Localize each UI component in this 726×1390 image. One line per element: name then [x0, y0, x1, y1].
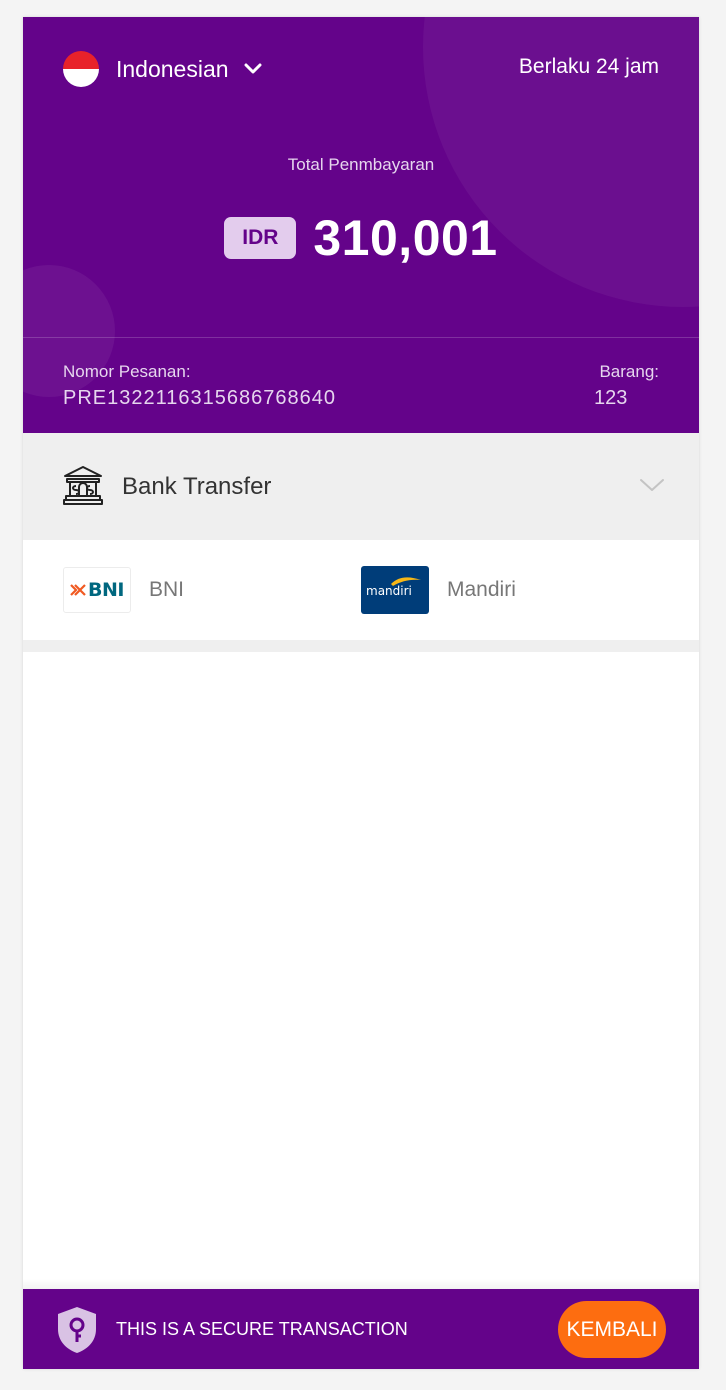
- language-label: Indonesian: [116, 55, 229, 82]
- secure-footer: THIS IS A SECURE TRANSACTION KEMBALI: [23, 1289, 699, 1369]
- order-number-value: PRE1322116315686768640: [63, 387, 336, 409]
- bank-name: Mandiri: [447, 578, 516, 601]
- divider: [23, 337, 699, 338]
- indonesia-flag-icon: [63, 51, 99, 87]
- security-shield-icon: [55, 1305, 99, 1360]
- payment-page: Indonesian Berlaku 24 jam Total Penmbaya…: [23, 17, 699, 1369]
- secure-transaction-text: THIS IS A SECURE TRANSACTION: [116, 1319, 408, 1339]
- chevron-down-icon: [639, 477, 665, 498]
- items-value: 123: [594, 387, 628, 409]
- bank-option-bni[interactable]: BNI BNI: [63, 566, 184, 614]
- bank-list: BNI BNI mandiri Mandiri: [23, 540, 699, 640]
- bank-option-mandiri[interactable]: mandiri Mandiri: [361, 566, 516, 614]
- mandiri-logo: mandiri: [361, 566, 429, 614]
- language-selector[interactable]: Indonesian: [63, 50, 263, 88]
- currency-badge: IDR: [224, 217, 297, 259]
- bni-logo: BNI: [63, 567, 131, 613]
- validity-text: Berlaku 24 jam: [518, 55, 659, 78]
- total-payment-label: Total Penmbayaran: [287, 155, 435, 174]
- payment-summary-header: Indonesian Berlaku 24 jam Total Penmbaya…: [23, 17, 699, 433]
- bank-name: BNI: [149, 578, 185, 601]
- back-button[interactable]: KEMBALI: [558, 1301, 666, 1358]
- amount-value: 310,001: [313, 210, 498, 266]
- chevron-down-icon: [243, 62, 263, 76]
- order-number-label: Nomor Pesanan:: [63, 362, 191, 381]
- payment-method-label: Bank Transfer: [122, 473, 272, 500]
- footer-shadow: [23, 1279, 699, 1289]
- section-divider: [23, 640, 699, 652]
- total-amount: IDR 310,001: [23, 209, 699, 267]
- items-label: Barang:: [599, 362, 659, 381]
- bank-icon: [62, 465, 104, 512]
- bank-transfer-accordion[interactable]: Bank Transfer: [23, 433, 699, 540]
